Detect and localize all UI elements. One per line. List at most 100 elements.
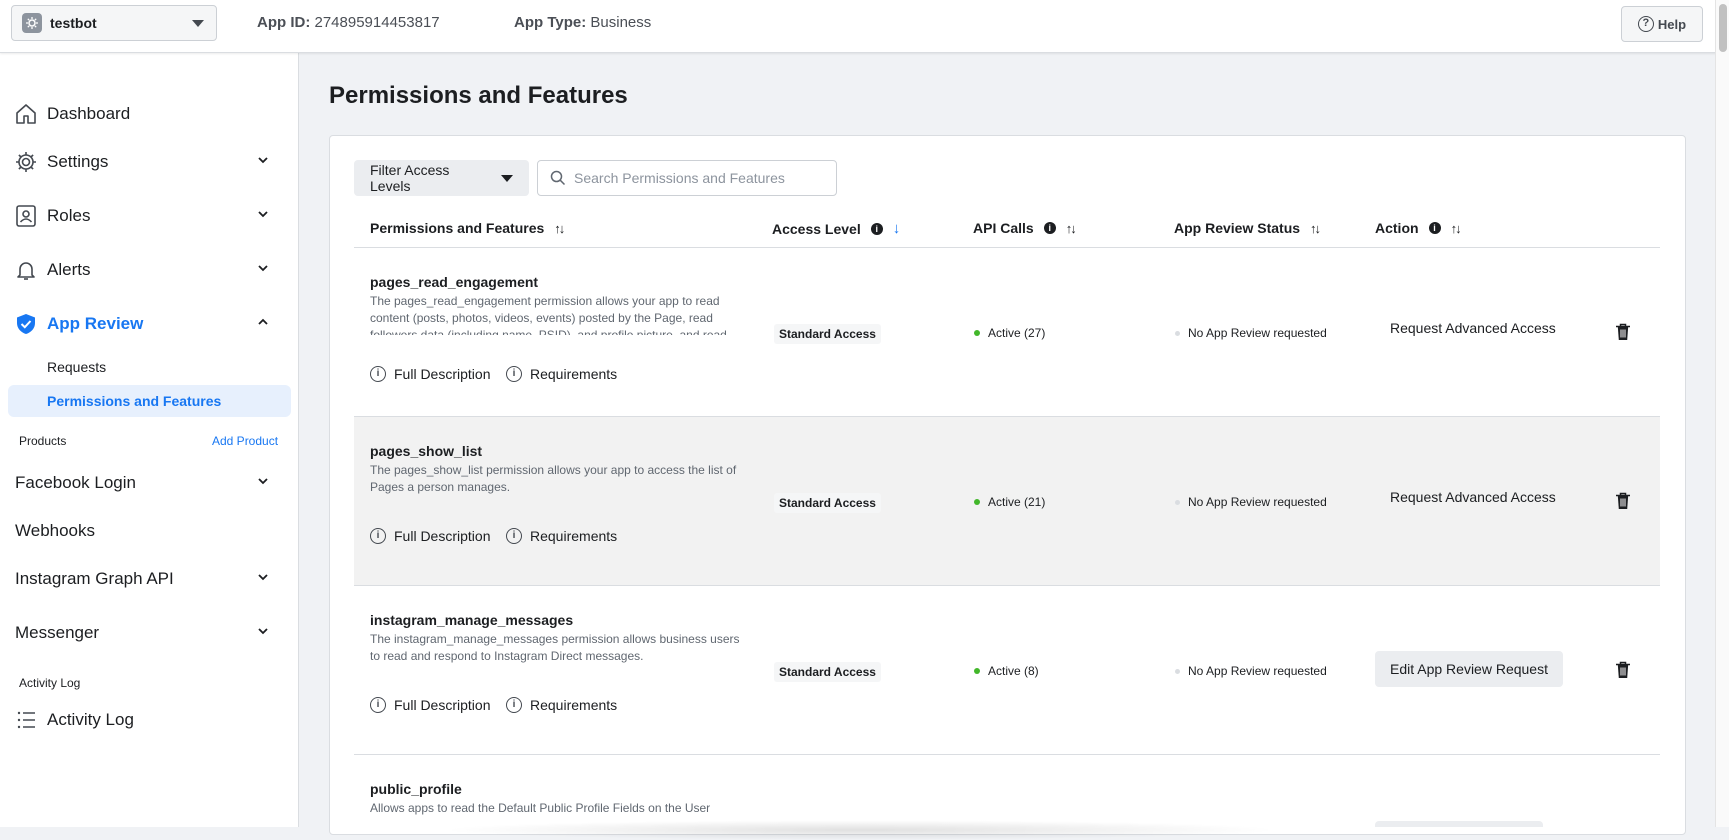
access-level-badge: Standard Access — [774, 493, 881, 513]
sidebar-item-label: Activity Log — [47, 710, 134, 729]
info-icon[interactable]: i — [1043, 222, 1056, 234]
status-dot — [1175, 668, 1180, 674]
sidebar-item-dashboard[interactable]: Dashboard — [0, 94, 299, 134]
trash-icon[interactable] — [1615, 323, 1631, 341]
arrow-down-icon[interactable]: ↓ — [893, 220, 901, 237]
access-level-badge: Standard Access — [774, 662, 881, 682]
column-header-api-calls[interactable]: API Calls i ↑↓ — [973, 220, 1077, 236]
column-header-permissions[interactable]: Permissions and Features ↑↓ — [370, 220, 565, 236]
request-advanced-access-button[interactable]: Request Advanced Access — [1375, 479, 1571, 515]
review-status-label: No App Review requested — [1188, 664, 1327, 678]
api-calls-status: Active (21) — [974, 495, 1045, 509]
help-button[interactable]: ? Help — [1621, 6, 1703, 42]
link-label: Requirements — [530, 366, 618, 382]
column-header-access-level[interactable]: Access Level i ↓ — [772, 220, 900, 237]
chevron-down-icon — [258, 478, 268, 485]
sort-icon[interactable]: ↑↓ — [1451, 221, 1462, 236]
permission-description: The pages_show_list permission allows yo… — [370, 463, 737, 494]
request-advanced-access-button[interactable]: Request Advanced Access — [1375, 310, 1571, 346]
app-logo-icon — [22, 13, 42, 33]
sidebar-item-settings[interactable]: Settings — [0, 142, 299, 182]
column-header-label: Access Level — [772, 220, 861, 237]
app-type-value: Business — [590, 14, 652, 31]
scrollbar[interactable] — [1715, 0, 1729, 827]
active-dot — [974, 330, 980, 336]
permission-name: pages_read_engagement — [370, 274, 539, 290]
link-label: Requirements — [530, 697, 618, 713]
active-dot — [974, 668, 980, 674]
permission-name: pages_show_list — [370, 443, 483, 459]
add-product-link[interactable]: Add Product — [212, 434, 278, 448]
sidebar-item-requests[interactable]: Requests — [8, 351, 291, 383]
trash-icon[interactable] — [1615, 492, 1631, 510]
trash-icon[interactable] — [1615, 661, 1631, 679]
table-row: instagram_manage_messages The instagram_… — [354, 586, 1660, 755]
search-box[interactable] — [537, 160, 837, 196]
info-icon: i — [506, 697, 522, 713]
shield-check-icon — [17, 314, 35, 334]
info-icon[interactable]: i — [870, 222, 883, 235]
sidebar-item-app-review[interactable]: App Review — [0, 304, 299, 344]
link-label: Requirements — [530, 528, 618, 544]
sidebar-item-facebook-login[interactable]: Facebook Login — [0, 463, 299, 503]
row-action-button[interactable] — [1375, 821, 1543, 827]
api-calls-label: Active (21) — [988, 495, 1046, 509]
api-calls-label: Active (8) — [988, 664, 1039, 678]
sidebar: Dashboard Settings Roles Alerts App Revi… — [0, 53, 299, 827]
gear-icon — [16, 152, 36, 172]
review-status-label: No App Review requested — [1188, 326, 1327, 340]
sidebar-item-label: Messenger — [15, 623, 100, 642]
sidebar-item-alerts[interactable]: Alerts — [0, 250, 299, 290]
api-calls-status: Active (8) — [974, 664, 1039, 678]
sort-icon[interactable]: ↑↓ — [1310, 221, 1321, 236]
status-dot — [1175, 499, 1180, 505]
caret-down-icon — [501, 174, 513, 182]
full-description-link[interactable]: i Full Description — [370, 366, 490, 382]
column-header-review-status[interactable]: App Review Status ↑↓ — [1174, 220, 1321, 236]
app-selector[interactable]: testbot — [11, 5, 217, 41]
sidebar-item-label: Instagram Graph API — [15, 569, 174, 588]
scrollbar-thumb[interactable] — [1719, 4, 1727, 52]
review-status: No App Review requested — [1175, 664, 1327, 678]
sidebar-item-label: Roles — [47, 206, 91, 225]
help-label: Help — [1657, 16, 1687, 32]
sidebar-item-webhooks[interactable]: Webhooks — [0, 511, 299, 551]
full-description-link[interactable]: i Full Description — [370, 697, 490, 713]
chevron-down-icon — [258, 211, 268, 218]
edit-app-review-request-button[interactable]: Edit App Review Request — [1375, 651, 1563, 687]
sidebar-item-label: Settings — [47, 152, 109, 171]
sidebar-item-label: Requests — [47, 359, 107, 375]
sidebar-item-label: Alerts — [47, 260, 91, 279]
sidebar-item-messenger[interactable]: Messenger — [0, 613, 299, 653]
chevron-down-icon — [258, 628, 268, 635]
info-icon: i — [506, 366, 522, 382]
column-header-action[interactable]: Action i ↑↓ — [1375, 220, 1462, 236]
filter-access-levels-button[interactable]: Filter Access Levels — [354, 160, 529, 196]
sidebar-item-activity-log[interactable]: Activity Log — [0, 700, 299, 740]
sidebar-item-permissions-features[interactable]: Permissions and Features — [8, 385, 291, 417]
app-type-label: App Type: — [514, 14, 587, 31]
sidebar-item-roles[interactable]: Roles — [0, 196, 299, 236]
requirements-link[interactable]: i Requirements — [506, 697, 617, 713]
column-header-label: Permissions and Features — [370, 220, 545, 236]
permission-description: Allows apps to read the Default Public P… — [370, 801, 711, 815]
sidebar-item-label: Facebook Login — [15, 473, 136, 492]
sort-icon[interactable]: ↑↓ — [554, 221, 565, 236]
search-input[interactable] — [574, 170, 824, 186]
app-name: testbot — [50, 15, 97, 31]
sort-icon[interactable]: ↑↓ — [1066, 221, 1077, 236]
sidebar-item-instagram-graph-api[interactable]: Instagram Graph API — [0, 559, 299, 599]
column-header-label: Action — [1375, 220, 1419, 236]
home-icon — [16, 104, 36, 124]
bottom-shadow — [440, 820, 1280, 840]
requirements-link[interactable]: i Requirements — [506, 366, 617, 382]
info-icon: i — [370, 697, 386, 713]
info-icon[interactable]: i — [1428, 222, 1441, 234]
requirements-link[interactable]: i Requirements — [506, 528, 617, 544]
top-bar: testbot App ID: 274895914453817 App Type… — [0, 0, 1729, 53]
full-description-link[interactable]: i Full Description — [370, 528, 490, 544]
link-label: Full Description — [394, 366, 491, 382]
permission-description: The instagram_manage_messages permission… — [370, 632, 740, 663]
chevron-up-icon — [258, 318, 268, 325]
sidebar-item-label: Permissions and Features — [47, 393, 222, 409]
